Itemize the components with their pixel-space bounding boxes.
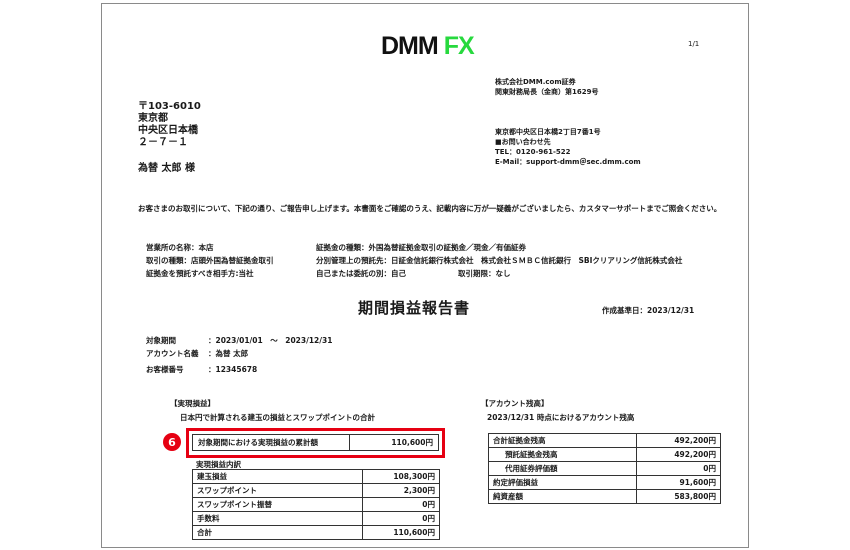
highlight-box [186, 428, 445, 458]
row-value: 108,300円 [362, 469, 440, 484]
segregation: 分別管理上の預託先：日証金信託銀行株式会社 株式会社ＳＭＢＣ信託銀行 SBIクリ… [316, 256, 683, 265]
table-row: スワップポイント振替 0円 [192, 497, 440, 512]
row-label: 合計証拠金残高 [488, 433, 637, 448]
recipient-name: 為替 太郎 様 [138, 163, 195, 174]
table-row: スワップポイント 2,300円 [192, 483, 440, 498]
account-name-row: アカウント名義 ：為替 太郎 [146, 349, 249, 358]
realized-subtitle: 日本円で計算される建玉の損益とスワップポイントの合計 [180, 413, 375, 422]
document-title: 期間損益報告書 [358, 299, 471, 317]
report-sheet: DMM FX 1/1 〒103-6010 東京都 中央区日本橋 ２－７－１ 為替 … [101, 3, 749, 548]
block-number: ２－７－１ [138, 137, 188, 148]
row-value: 91,600円 [636, 475, 721, 490]
row-label: 約定評価損益 [488, 475, 637, 490]
email: E-Mail：support-dmm＠sec.dmm.com [495, 158, 641, 166]
recipient-address: 〒103-6010 東京都 中央区日本橋 ２－７－１ 為替 太郎 様 [138, 101, 201, 175]
row-label: スワップポイント [192, 483, 363, 498]
company-address: 東京都中央区日本橋2丁目7番1号 [495, 128, 601, 136]
deposit-party: 証拠金を預託すべき相手方:当社 [146, 269, 254, 278]
realized-breakdown-table: 建玉損益 108,300円 スワップポイント 2,300円 スワップポイント振替 0円 手数… [192, 469, 440, 540]
row-value: 110,600円 [362, 525, 440, 540]
table-row: 約定評価損益 91,600円 [488, 475, 721, 490]
trade-type: 取引の種類：店頭外国為替証拠金取引 [146, 256, 274, 265]
row-value: 492,200円 [636, 433, 721, 448]
table-row: 建玉損益 108,300円 [192, 469, 440, 484]
page-number: 1/1 [688, 40, 700, 48]
margin-type: 証拠金の種類：外国為替証拠金取引の証拠金／現金／有価証券 [316, 243, 526, 252]
created-date: 作成基準日：2023/12/31 [602, 306, 695, 315]
row-label: スワップポイント振替 [192, 497, 363, 512]
company-registration: 関東財務局長（金商）第1629号 [495, 88, 599, 96]
table-row: 代用証券評価額 0円 [488, 461, 721, 476]
contact-info: 東京都中央区日本橋2丁目7番1号 ■お問い合わせ先 TEL：0120-961-5… [495, 127, 641, 167]
self-or-consign: 自己または委託の別：自己 [316, 269, 406, 278]
period-row: 対象期間 ：2023/01/01 ～ 2023/12/31 [146, 336, 333, 345]
row-label: 建玉損益 [192, 469, 363, 484]
account-balance-table: 合計証拠金残高 492,200円 預託証拠金残高 492,200円 代用証券評価額 0円約… [488, 433, 721, 504]
table-row: 合計 110,600円 [192, 525, 440, 540]
row-label: 代用証券評価額 [488, 461, 637, 476]
realized-section-label: 【実現損益】 [170, 399, 215, 408]
dmm-fx-logo: DMM FX [381, 32, 475, 60]
ward: 中央区日本橋 [138, 125, 198, 136]
office-name: 営業所の名称：本店 [146, 243, 214, 252]
intro-text: お客さまのお取引について、下記の通り、ご報告申し上げます。本書面をご確認のうえ、… [138, 204, 722, 213]
prefecture: 東京都 [138, 113, 168, 124]
callout-badge: 6 [163, 433, 181, 451]
row-label: 預託証拠金残高 [488, 447, 637, 462]
row-value: 0円 [362, 497, 440, 512]
table-row: 純資産額 583,800円 [488, 489, 721, 504]
balance-section-label: 【アカウント残高】 [481, 399, 549, 408]
row-value: 492,200円 [636, 447, 721, 462]
balance-subtitle: 2023/12/31 時点におけるアカウント残高 [487, 413, 635, 422]
row-value: 2,300円 [362, 483, 440, 498]
row-label: 手数料 [192, 511, 363, 526]
company-info: 株式会社DMM.com証券 関東財務局長（金商）第1629号 [495, 77, 598, 97]
trade-deadline: 取引期限：なし [458, 269, 511, 278]
table-row: 合計証拠金残高 492,200円 [488, 433, 721, 448]
row-value: 0円 [362, 511, 440, 526]
row-label: 純資産額 [488, 489, 637, 504]
table-row: 手数料 0円 [192, 511, 440, 526]
table-row: 預託証拠金残高 492,200円 [488, 447, 721, 462]
postal-code: 〒103-6010 [138, 101, 201, 112]
customer-number-row: お客様番号 ：12345678 [146, 365, 258, 374]
row-value: 0円 [636, 461, 721, 476]
tel: TEL：0120-961-522 [495, 148, 571, 156]
row-value: 583,800円 [636, 489, 721, 504]
row-label: 合計 [192, 525, 363, 540]
company-name: 株式会社DMM.com証券 [495, 78, 576, 86]
inquiry-label: ■お問い合わせ先 [495, 138, 551, 146]
